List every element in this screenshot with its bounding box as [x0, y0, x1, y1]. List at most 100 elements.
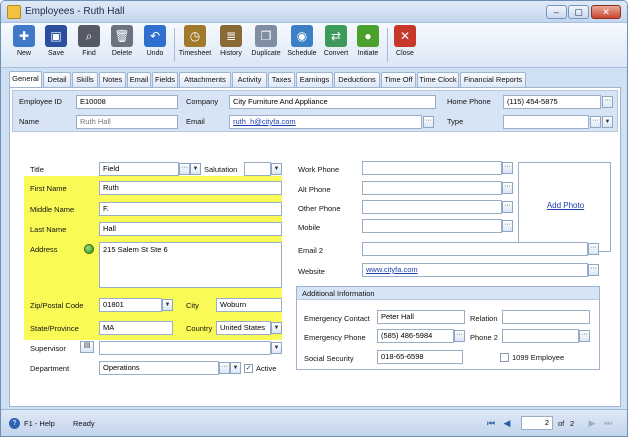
phone2-field[interactable] — [502, 329, 579, 343]
emergency-phone-more-icon[interactable]: ··· — [454, 330, 465, 342]
tab-strip: General Detail Skills Notes Email Fields… — [9, 71, 621, 87]
tab-skills[interactable]: Skills — [72, 72, 98, 87]
zip-field[interactable]: 01801 — [99, 298, 162, 312]
department-dropdown-icon[interactable]: ▼ — [230, 362, 241, 374]
name-field[interactable]: Ruth Hall — [76, 115, 178, 129]
country-dropdown-icon[interactable]: ▼ — [271, 322, 282, 334]
supervisor-dropdown-icon[interactable]: ▼ — [271, 342, 282, 354]
help-icon[interactable]: ? — [9, 418, 20, 429]
other-phone-field[interactable] — [362, 200, 502, 214]
mobile-field[interactable] — [362, 219, 502, 233]
history-button[interactable]: ≣ History — [215, 25, 247, 65]
add-photo-link[interactable]: Add Photo — [519, 201, 612, 210]
title-bar: Employees - Ruth Hall – ▢ ✕ — [1, 1, 627, 23]
emergency-contact-field[interactable]: Peter Hall — [377, 310, 465, 324]
title-field[interactable]: Field — [99, 162, 179, 176]
last-name-label: Last Name — [30, 225, 67, 234]
company-field[interactable]: City Furniture And Appliance — [229, 95, 436, 109]
new-button[interactable]: ✚ New — [9, 25, 39, 65]
tab-detail[interactable]: Detail — [43, 72, 71, 87]
work-phone-field[interactable] — [362, 161, 502, 175]
schedule-button[interactable]: ◉ Schedule — [285, 25, 319, 65]
timesheet-button[interactable]: ◷ Timesheet — [177, 25, 213, 65]
maximize-button[interactable]: ▢ — [568, 5, 589, 19]
title-more-icon[interactable]: ··· — [179, 163, 190, 175]
salutation-field[interactable] — [244, 162, 271, 176]
close-button[interactable]: ✕ Close — [391, 25, 419, 65]
zip-dropdown-icon[interactable]: ▼ — [162, 299, 173, 311]
previous-record-icon[interactable]: ◀ — [501, 417, 513, 429]
supervisor-field[interactable] — [99, 341, 271, 355]
employee-1099-checkbox[interactable] — [500, 353, 509, 362]
save-button[interactable]: ▣ Save — [41, 25, 71, 65]
type-more-icon[interactable]: ··· — [590, 116, 601, 128]
delete-button[interactable]: 🗑 Delete — [107, 25, 137, 65]
tab-general[interactable]: General — [9, 71, 42, 87]
website-field[interactable]: www.cityfa.com — [362, 263, 588, 277]
tab-attachments[interactable]: Attachments — [179, 72, 231, 87]
department-field[interactable]: Operations — [99, 361, 219, 375]
relation-field[interactable] — [502, 310, 590, 324]
address-map-icon[interactable] — [84, 244, 94, 254]
home-phone-more-icon[interactable]: ··· — [602, 96, 613, 108]
email-field[interactable]: ruth_h@cityfa.com — [229, 115, 422, 129]
department-more-icon[interactable]: ··· — [219, 362, 230, 374]
employee-id-field[interactable]: E10008 — [76, 95, 178, 109]
website-more-icon[interactable]: ··· — [588, 264, 599, 276]
phone2-more-icon[interactable]: ··· — [579, 330, 590, 342]
active-checkbox[interactable]: ✓ — [244, 364, 253, 373]
type-dropdown-icon[interactable]: ▼ — [602, 116, 613, 128]
employee-header: Employee ID E10008 Company City Furnitur… — [12, 90, 618, 132]
record-number-field[interactable]: 2 — [521, 416, 553, 430]
ssn-field[interactable]: 018-65-6598 — [377, 350, 463, 364]
salutation-dropdown-icon[interactable]: ▼ — [271, 163, 282, 175]
minimize-button[interactable]: – — [546, 5, 567, 19]
title-dropdown-icon[interactable]: ▼ — [190, 163, 201, 175]
tab-earnings[interactable]: Earnings — [296, 72, 333, 87]
last-name-field[interactable]: Hall — [99, 222, 282, 236]
country-field[interactable]: United States — [216, 321, 271, 335]
mobile-label: Mobile — [298, 223, 321, 232]
home-phone-field[interactable]: (115) 454-5875 — [503, 95, 601, 109]
first-name-field[interactable]: Ruth — [99, 181, 282, 195]
alt-phone-field[interactable] — [362, 181, 502, 195]
type-field[interactable] — [503, 115, 589, 129]
email2-field[interactable] — [362, 242, 588, 256]
duplicate-button[interactable]: ❐ Duplicate — [248, 25, 284, 65]
initiate-button[interactable]: ● Initiate — [353, 25, 383, 65]
find-button[interactable]: ⌕ Find — [74, 25, 104, 65]
emergency-phone-field[interactable]: (585) 486-5984 — [377, 329, 454, 343]
next-record-icon[interactable]: ▶ — [586, 417, 598, 429]
record-total: 2 — [570, 419, 575, 428]
tab-taxes[interactable]: Taxes — [268, 72, 295, 87]
other-phone-label: Other Phone — [298, 204, 341, 213]
supervisor-card-icon[interactable]: ▤ — [80, 341, 94, 353]
general-panel: Employee ID E10008 Company City Furnitur… — [9, 87, 621, 407]
tab-deductions[interactable]: Deductions — [334, 72, 380, 87]
work-phone-more-icon[interactable]: ··· — [502, 162, 513, 174]
tab-time-off[interactable]: Time Off — [381, 72, 416, 87]
undo-button[interactable]: ↶ Undo — [140, 25, 170, 65]
schedule-icon: ◉ — [291, 25, 313, 47]
alt-phone-more-icon[interactable]: ··· — [502, 182, 513, 194]
middle-name-field[interactable]: F. — [99, 202, 282, 216]
email-more-icon[interactable]: ··· — [423, 116, 434, 128]
city-field[interactable]: Woburn — [216, 298, 282, 312]
tab-financial-reports[interactable]: Financial Reports — [460, 72, 526, 87]
email2-more-icon[interactable]: ··· — [588, 243, 599, 255]
tab-email[interactable]: Email — [127, 72, 151, 87]
address-field[interactable]: 215 Salem St Ste 6 — [99, 242, 282, 288]
tab-fields[interactable]: Fields — [152, 72, 178, 87]
last-record-icon[interactable]: ⏭ — [602, 417, 614, 429]
tab-notes[interactable]: Notes — [99, 72, 126, 87]
mobile-more-icon[interactable]: ··· — [502, 220, 513, 232]
tab-time-clock[interactable]: Time Clock — [417, 72, 459, 87]
help-label[interactable]: F1 - Help — [24, 419, 55, 428]
photo-box[interactable]: Add Photo — [518, 162, 611, 252]
close-window-button[interactable]: ✕ — [591, 5, 621, 19]
first-record-icon[interactable]: ⏮ — [485, 417, 497, 429]
other-phone-more-icon[interactable]: ··· — [502, 201, 513, 213]
state-field[interactable]: MA — [99, 321, 173, 335]
tab-activity[interactable]: Activity — [232, 72, 267, 87]
convert-button[interactable]: ⇄ Convert — [320, 25, 352, 65]
